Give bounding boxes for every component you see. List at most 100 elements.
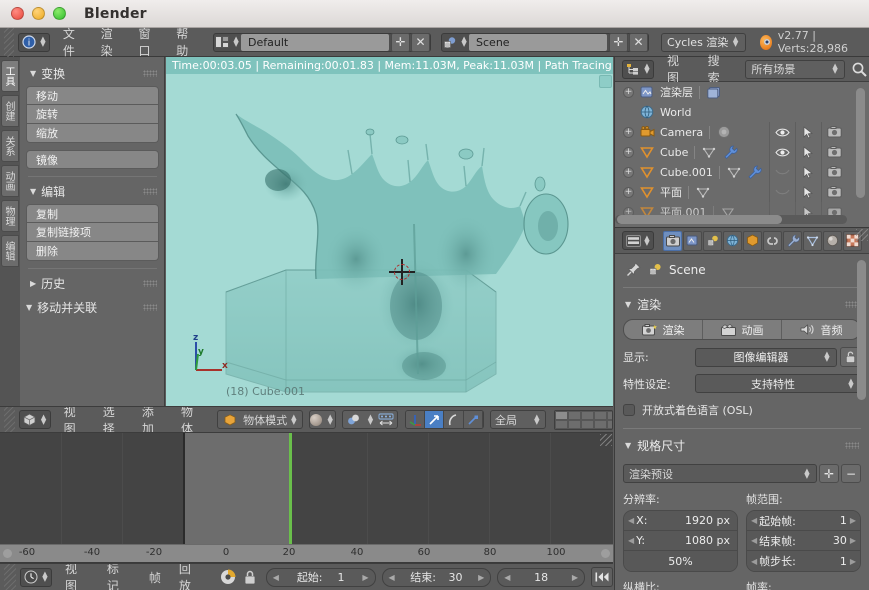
increment-arrow-icon[interactable]: ▶ [478, 573, 484, 582]
outliner-row-render-layers[interactable]: + 渲染层 [615, 82, 869, 102]
render-engine-selector[interactable]: Cycles 渲染 ▲ ▼ [661, 32, 746, 52]
scale-button[interactable]: 缩放 [26, 124, 159, 143]
manipulator-toggle-button[interactable] [405, 411, 425, 428]
scrollbar-left-cap[interactable] [3, 549, 12, 558]
panel-header-render[interactable]: ▼ 渲染 [623, 294, 861, 319]
mesh-data-icon[interactable] [701, 145, 717, 159]
render-preset-dropdown[interactable]: 渲染预设 ▲ ▼ [623, 464, 817, 483]
renderlayer-data-icon[interactable] [706, 85, 722, 99]
mesh-data-icon[interactable] [695, 185, 711, 199]
osl-checkbox-row[interactable]: 开放式着色语言 (OSL) [623, 402, 861, 418]
playhead-indicator[interactable] [289, 433, 292, 545]
expand-toggle-icon[interactable]: + [623, 146, 634, 158]
current-frame-value[interactable]: 18 [534, 571, 548, 584]
decrement-arrow-icon[interactable]: ◀ [628, 516, 634, 525]
panel-drag-handle-icon[interactable] [143, 304, 157, 311]
panel-header-edit[interactable]: ▼ 编辑 [26, 180, 159, 204]
properties-tab-material[interactable] [823, 230, 842, 251]
outliner-menu-view[interactable]: 视图 [658, 54, 699, 85]
panel-drag-handle-icon[interactable] [143, 280, 157, 287]
scene-selector[interactable]: ▲ ▼ Scene ✛ ✕ [441, 32, 650, 52]
visibility-toggle[interactable] [769, 142, 795, 162]
render-feature-set-dropdown[interactable]: 支持特性 ▲ ▼ [695, 374, 861, 393]
start-frame-value[interactable]: 1 [337, 571, 344, 584]
decrement-arrow-icon[interactable]: ◀ [273, 573, 279, 582]
timeline-editor-type-selector[interactable]: ▲ ▼ [19, 567, 52, 587]
increment-arrow-icon[interactable]: ▶ [850, 516, 856, 525]
timeline-header-grip[interactable] [4, 564, 16, 590]
delete-layout-button[interactable]: ✕ [411, 32, 431, 52]
mirror-button[interactable]: 镜像 [26, 150, 159, 169]
selectability-toggle[interactable] [795, 142, 821, 162]
frame-step-value[interactable]: 1 [840, 555, 847, 568]
properties-tab-object[interactable] [743, 230, 762, 251]
renderability-toggle[interactable] [821, 162, 847, 182]
layer-cell[interactable] [593, 410, 607, 420]
end-frame-prop-value[interactable]: 30 [833, 534, 847, 547]
resolution-percentage-value[interactable]: 50% [668, 555, 692, 568]
start-frame-prop-value[interactable]: 1 [840, 514, 847, 527]
pin-icon[interactable] [625, 262, 641, 277]
viewport-menu-select[interactable]: 选择 [94, 407, 133, 432]
layers-group-left[interactable] [554, 410, 612, 429]
timeline-menu-frame[interactable]: 帧 [140, 564, 170, 590]
selectability-toggle[interactable] [795, 182, 821, 202]
current-frame-field[interactable]: ◀ 18 ▶ [497, 567, 586, 587]
editor-corner-grip[interactable] [4, 27, 14, 57]
viewport-menu-view[interactable]: 视图 [55, 407, 94, 432]
scale-manipulator-button[interactable] [463, 411, 483, 428]
decrement-arrow-icon[interactable]: ◀ [751, 516, 757, 525]
renderability-toggle[interactable] [821, 122, 847, 142]
jump-to-start-icon[interactable] [591, 567, 613, 587]
timeline-ruler[interactable]: -60 -40 -20 0 20 40 60 80 100 [0, 544, 613, 562]
increment-arrow-icon[interactable]: ▶ [850, 557, 856, 566]
increment-arrow-icon[interactable]: ▶ [362, 573, 368, 582]
duplicate-linked-button[interactable]: 复制链接项 [26, 223, 159, 242]
outliner-row-cube-001[interactable]: + Cube.001 [615, 162, 869, 182]
end-frame-prop-field[interactable]: ◀ 结束帧: 30 ▶ [747, 531, 860, 551]
end-frame-field[interactable]: ◀ 结束: 30 ▶ [381, 567, 492, 587]
panel-header-move-and-link[interactable]: ▼ 移动并关联 [26, 296, 159, 320]
screen-layout-name[interactable]: Default [241, 33, 390, 51]
scene-name[interactable]: Scene [469, 33, 608, 51]
tool-tab-create[interactable]: 创建 [1, 95, 19, 127]
tool-tab-animation[interactable]: 动画 [1, 165, 19, 197]
decrement-arrow-icon[interactable]: ◀ [751, 557, 757, 566]
layer-cell[interactable] [554, 419, 568, 429]
render-image-button[interactable]: 渲染 [624, 320, 703, 339]
properties-tab-render-layers[interactable] [683, 230, 702, 251]
tool-tab-relations[interactable]: 关系 [1, 130, 19, 162]
visibility-toggle[interactable] [769, 122, 795, 142]
timeline-menu-marker[interactable]: 标记 [98, 564, 140, 590]
start-frame-prop-field[interactable]: ◀ 起始帧: 1 ▶ [747, 511, 860, 531]
start-frame-field[interactable]: ◀ 起始: 1 ▶ [265, 567, 376, 587]
properties-tab-constraints[interactable] [763, 230, 782, 251]
properties-corner-grip[interactable] [856, 229, 868, 241]
render-animation-button[interactable]: 动画 [703, 320, 782, 339]
screen-layout-selector[interactable]: ▲ ▼ Default ✛ ✕ [213, 32, 432, 52]
viewport-menu-object[interactable]: 物体 [172, 407, 211, 432]
resolution-y-value[interactable]: 1080 px [685, 534, 730, 547]
properties-vertical-scrollbar[interactable] [857, 260, 866, 400]
minimize-window-button[interactable] [32, 7, 45, 20]
outliner-editor-type-selector[interactable]: ▲ ▼ [622, 59, 654, 79]
camera-data-icon[interactable] [716, 125, 732, 139]
interaction-mode-selector[interactable]: 物体模式 ▲ ▼ [217, 410, 303, 429]
render-display-dropdown[interactable]: 图像编辑器 ▲ ▼ [695, 347, 837, 367]
render-audio-button[interactable]: 音频 [782, 320, 860, 339]
end-frame-value[interactable]: 30 [449, 571, 463, 584]
close-window-button[interactable] [11, 7, 24, 20]
layer-cell[interactable] [567, 410, 581, 420]
layer-cell[interactable] [567, 419, 581, 429]
viewport-menu-add[interactable]: 添加 [133, 407, 172, 432]
translate-manipulator-button[interactable] [424, 411, 445, 428]
osl-checkbox[interactable] [623, 404, 635, 416]
properties-editor-type-selector[interactable]: ▲ ▼ [622, 231, 654, 250]
record-icon[interactable] [218, 567, 238, 587]
frame-step-field[interactable]: ◀ 帧步长: 1 ▶ [747, 551, 860, 571]
panel-drag-handle-icon[interactable] [143, 70, 157, 77]
visibility-toggle[interactable] [769, 182, 795, 202]
tool-tab-edit[interactable]: 编辑 [1, 235, 19, 267]
renderability-toggle[interactable] [821, 142, 847, 162]
menu-help[interactable]: 帮助 [167, 27, 205, 58]
